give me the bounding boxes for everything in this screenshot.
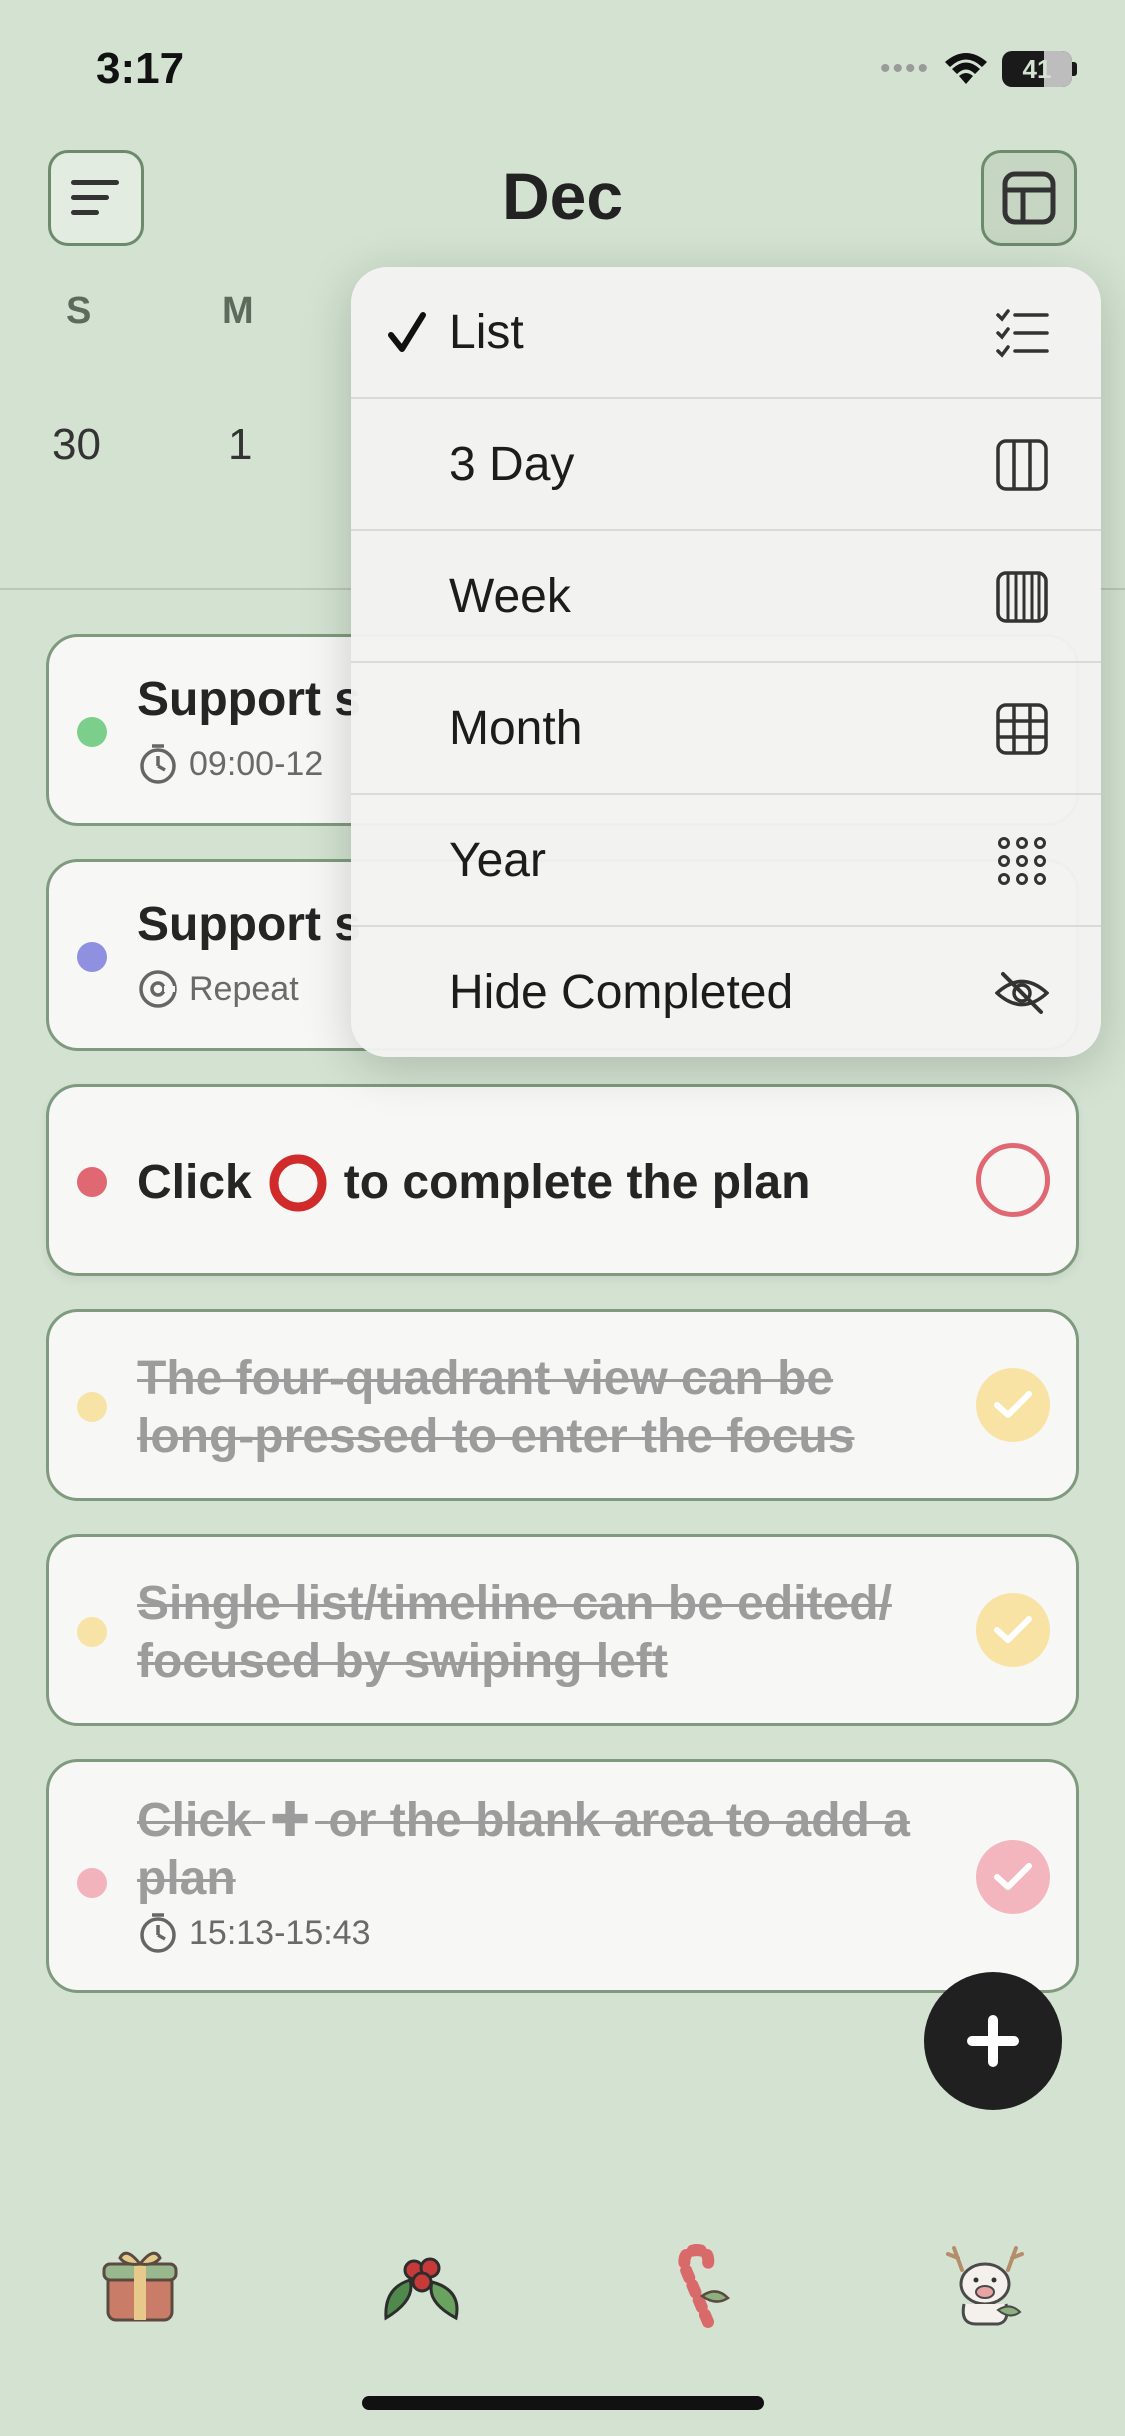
task-repeat-label: Repeat [189, 969, 299, 1008]
menu-item-label: Month [449, 702, 583, 755]
list-check-icon [996, 309, 1049, 358]
completed-checkbox[interactable] [976, 1840, 1050, 1914]
task-card[interactable]: Click to complete the plan [46, 1084, 1079, 1276]
menu-item-label: Week [449, 570, 571, 623]
menu-item-label: 3 Day [449, 438, 575, 491]
task-repeat-row: Repeat [137, 968, 299, 1010]
red-circle-icon [269, 1154, 327, 1212]
plus-icon [967, 2015, 1019, 2067]
task-time-row: 09:00-12 [137, 743, 323, 785]
weekday-mon: M [222, 290, 254, 332]
battery-level: 41 [1022, 53, 1052, 84]
task-color-dot [77, 717, 107, 747]
repeat-icon [139, 970, 177, 1008]
home-indicator [362, 2396, 764, 2410]
candy-cane-icon [678, 2243, 730, 2328]
tab-reindeer[interactable] [940, 2240, 1030, 2330]
task-color-dot [77, 1392, 107, 1422]
three-column-icon [996, 439, 1048, 491]
menu-item-3day[interactable]: 3 Day [351, 399, 1101, 531]
tab-holly[interactable] [376, 2240, 466, 2330]
day-30[interactable]: 30 [52, 420, 101, 470]
menu-item-year[interactable]: Year [351, 795, 1101, 927]
task-title: Support s [137, 673, 361, 726]
menu-item-month[interactable]: Month [351, 663, 1101, 795]
task-card[interactable]: Single list/timeline can be edited/ focu… [46, 1534, 1079, 1726]
menu-item-list[interactable]: List [351, 267, 1101, 399]
task-card[interactable]: Click ✚ or the blank area to add a plan … [46, 1759, 1079, 1993]
complete-checkbox[interactable] [976, 1143, 1050, 1217]
reindeer-icon [946, 2246, 1024, 2326]
checkmark-icon [994, 1391, 1032, 1418]
grid-icon [996, 703, 1048, 755]
task-title-row: Click ✚ or the blank area to add a plan [137, 1792, 917, 1908]
task-color-dot [77, 1868, 107, 1898]
add-plan-button[interactable] [924, 1972, 1062, 2110]
holly-icon [384, 2257, 459, 2321]
completed-checkbox[interactable] [976, 1593, 1050, 1667]
completed-checkbox[interactable] [976, 1368, 1050, 1442]
gift-icon [102, 2251, 178, 2322]
task-time: 09:00-12 [189, 744, 324, 783]
status-icons: •••• 41 [880, 44, 1077, 94]
week-columns-icon [996, 571, 1048, 623]
tab-gift[interactable] [96, 2240, 186, 2330]
task-card[interactable]: The four-quadrant view can be long-press… [46, 1309, 1079, 1501]
task-title: Support s [137, 898, 361, 951]
dot-grid-icon [998, 837, 1046, 885]
task-title-part: to complete the plan [343, 1156, 811, 1209]
task-title: Single list/timeline can be edited/ focu… [137, 1577, 892, 1688]
status-time: 3:17 [96, 44, 185, 93]
tab-candy-cane[interactable] [656, 2240, 746, 2330]
layout-icon [1002, 171, 1056, 225]
view-layout-button[interactable] [981, 150, 1077, 246]
month-title: Dec [501, 159, 624, 233]
day-1[interactable]: 1 [228, 420, 252, 470]
menu-item-label: Hide Completed [449, 966, 794, 1019]
menu-item-label: Year [449, 834, 546, 887]
plus-icon: ✚ [269, 1794, 311, 1847]
task-title-part: or the blank area to add a plan [137, 1794, 910, 1905]
task-color-dot [77, 1617, 107, 1647]
menu-item-week[interactable]: Week [351, 531, 1101, 663]
task-time: 15:13-15:43 [189, 1913, 371, 1952]
battery-icon: 41 [1002, 51, 1072, 87]
task-title-part: Click [137, 1156, 252, 1209]
menu-item-label: List [449, 306, 524, 359]
weekday-sun: S [66, 290, 92, 332]
task-color-dot [77, 942, 107, 972]
task-title-row: Click to complete the plan [137, 1153, 810, 1213]
menu-item-hide-completed[interactable]: Hide Completed [351, 927, 1101, 1057]
clock-icon [140, 744, 176, 784]
task-color-dot [77, 1167, 107, 1197]
task-time-row: 15:13-15:43 [137, 1912, 371, 1954]
signal-icon: •••• [879, 52, 930, 85]
eye-slash-icon [995, 972, 1049, 1014]
clock-icon [140, 1913, 176, 1953]
wifi-icon [945, 53, 987, 84]
checkmark-icon [994, 1863, 1032, 1890]
task-title: The four-quadrant view can be long-press… [137, 1352, 855, 1463]
checkmark-icon [388, 312, 426, 352]
view-menu: List 3 Day Week Month Year Hide Complete… [351, 267, 1101, 1057]
checkmark-icon [994, 1616, 1032, 1643]
task-title-part: Click [137, 1794, 252, 1847]
